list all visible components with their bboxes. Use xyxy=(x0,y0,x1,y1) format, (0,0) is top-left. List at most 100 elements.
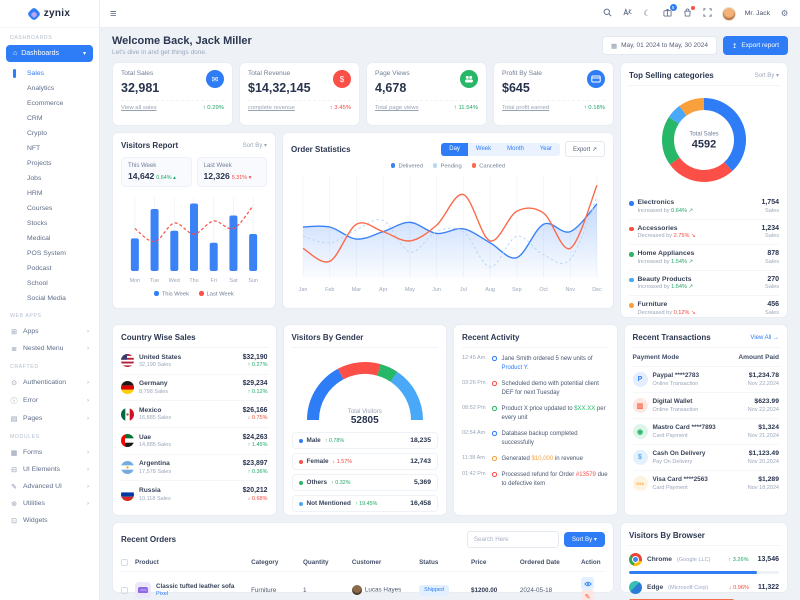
sidebar-item-ecommerce[interactable]: Ecommerce xyxy=(0,96,99,111)
sidebar-item-stocks[interactable]: Stocks xyxy=(0,216,99,231)
svg-text:Mar: Mar xyxy=(352,287,361,293)
visitors-by-gender-card: Visitors By Gender Total Visitors 52805 … xyxy=(283,324,448,516)
hamburger-menu-icon[interactable]: ≡ xyxy=(110,8,116,20)
tab-week[interactable]: Week xyxy=(468,143,499,156)
list-item: AccessoriesDecreased by 2.75% ↘ 1,234Sal… xyxy=(629,219,779,245)
sidebar-item-authentication[interactable]: ⊙Authentication› xyxy=(0,374,99,391)
svg-text:Dec: Dec xyxy=(592,287,602,293)
visitors-bar-chart: MonTueWedThuFriSatSun xyxy=(121,189,267,287)
upload-icon: ↥ xyxy=(732,42,737,50)
sidebar-item-courses[interactable]: Courses xyxy=(0,201,99,216)
visa-icon: VISA xyxy=(633,476,648,491)
sidebar-item-apps[interactable]: ⊞Apps› xyxy=(0,323,99,340)
sidebar-item-crm[interactable]: CRM xyxy=(0,111,99,126)
dollar-icon: $ xyxy=(333,70,351,88)
sidebar-item-hrm[interactable]: HRM xyxy=(0,186,99,201)
sidebar-group-web-apps: WEB APPS xyxy=(10,313,89,319)
select-all-checkbox[interactable] xyxy=(121,559,128,566)
svg-text:Thu: Thu xyxy=(189,278,198,284)
row-checkbox[interactable] xyxy=(121,587,128,594)
search-icon[interactable] xyxy=(602,8,613,19)
legend-last-week[interactable]: Last Week xyxy=(199,291,234,298)
top-selling-sort-by-dropdown[interactable]: Sort By ▾ xyxy=(755,72,779,79)
svg-text:Sat: Sat xyxy=(229,278,238,284)
sidebar-item-utilities[interactable]: ⊚Utilities› xyxy=(0,495,99,512)
sidebar-item-pos-system[interactable]: POS System xyxy=(0,246,99,261)
view-all-sales-link[interactable]: View all sales xyxy=(121,105,157,111)
table-row: Mexico16,885 Sales $26,166↓ 0.75% xyxy=(121,401,268,428)
orders-search-input[interactable] xyxy=(467,531,559,548)
date-range-picker[interactable]: ▦May, 01 2024 to May, 30 2024 xyxy=(602,36,717,55)
user-avatar[interactable] xyxy=(722,7,736,21)
table-row: Uae14,885 Sales $24,263↑ 1.45% xyxy=(121,428,268,455)
delta-badge: ↑ 3.45% xyxy=(330,105,351,111)
export-report-button[interactable]: ↥Export report xyxy=(723,36,788,55)
edit-order-button[interactable]: ✎ xyxy=(581,590,594,600)
view-order-button[interactable] xyxy=(581,577,594,590)
visitors-report-card: Visitors Report Sort By ▾ This Week 14,6… xyxy=(112,132,276,309)
chevron-down-icon: ▾ xyxy=(83,50,86,57)
orders-sort-by-button[interactable]: Sort By ▾ xyxy=(564,532,605,547)
sidebar-item-social-media[interactable]: Social Media xyxy=(0,291,99,306)
sidebar-item-ui-elements[interactable]: ⊟UI Elements› xyxy=(0,461,99,478)
sidebar-item-analytics[interactable]: Analytics xyxy=(0,81,99,96)
visitors-sort-by-dropdown[interactable]: Sort By ▾ xyxy=(243,142,267,149)
gift-icon[interactable]: 5 xyxy=(662,8,673,19)
recent-transactions-card: Recent Transactions View All → Payment M… xyxy=(624,324,789,516)
forms-icon: ▦ xyxy=(10,449,18,457)
shopping-bag-icon[interactable] xyxy=(682,8,693,19)
page-title: Welcome Back, Jack Miller xyxy=(112,35,252,47)
sidebar-item-dashboards[interactable]: ⌂ Dashboards ▾ xyxy=(6,45,93,62)
svg-text:Jul: Jul xyxy=(460,287,467,293)
top-header: ≡ ☾ 5 Mr. Jack ⚙ xyxy=(100,0,800,28)
sidebar-item-nested-menu[interactable]: ≣Nested Menu› xyxy=(0,340,99,357)
top-selling-card: Top Selling categories Sort By ▾ Total S… xyxy=(620,62,788,318)
sidebar-item-school[interactable]: School xyxy=(0,276,99,291)
fullscreen-icon[interactable] xyxy=(702,8,713,19)
view-all-link[interactable]: View All → xyxy=(750,335,779,341)
sidebar-item-widgets[interactable]: ⊡Widgets xyxy=(0,512,99,529)
sidebar-item-projects[interactable]: Projects xyxy=(0,156,99,171)
dark-mode-moon-icon[interactable]: ☾ xyxy=(642,8,653,19)
tab-day[interactable]: Day xyxy=(441,143,468,156)
svg-text:Mon: Mon xyxy=(130,278,141,284)
sidebar-item-error[interactable]: ⓘError› xyxy=(0,391,99,410)
sidebar-item-nft[interactable]: NFT xyxy=(0,141,99,156)
sidebar-item-crypto[interactable]: Crypto xyxy=(0,126,99,141)
translate-icon[interactable] xyxy=(622,8,633,19)
svg-text:Tue: Tue xyxy=(150,278,159,284)
sidebar-item-forms[interactable]: ▦Forms› xyxy=(0,444,99,461)
product-variant-link[interactable]: Pixel xyxy=(156,591,234,597)
chevron-right-icon: › xyxy=(87,450,89,456)
brand-name: zynix xyxy=(44,8,71,19)
total-profit-earned-link[interactable]: Total profit earned xyxy=(502,105,549,111)
table-row: Germany8,798 Sales $29,234↑ 0.12% xyxy=(121,375,268,402)
svg-text:Jun: Jun xyxy=(432,287,441,293)
list-item: Not Mentioned↑ 19.45%16,458 xyxy=(292,495,439,512)
tab-year[interactable]: Year xyxy=(532,143,560,156)
sidebar-item-jobs[interactable]: Jobs xyxy=(0,171,99,186)
complete-revenue-link[interactable]: complete revenue xyxy=(248,105,295,111)
svg-text:Wed: Wed xyxy=(169,278,180,284)
flag-us-icon xyxy=(121,354,134,367)
export-chart-button[interactable]: Export ↗ xyxy=(565,141,605,157)
list-item: 02:54 AmDatabase backup completed succes… xyxy=(462,430,609,448)
stat-card-profit-by-sale: Profit By Sale $645 Total profit earned↑… xyxy=(493,62,614,126)
sidebar-item-advanced-ui[interactable]: ✎Advanced UI› xyxy=(0,478,99,495)
sidebar-item-pages[interactable]: ▤Pages› xyxy=(0,410,99,427)
table-row: Russia10,118 Sales $20,212↓ 0.68% xyxy=(121,481,268,507)
sidebar-item-podcast[interactable]: Podcast xyxy=(0,261,99,276)
brand-logo[interactable]: zynix xyxy=(0,0,99,28)
sidebar-item-sales[interactable]: Sales xyxy=(0,66,99,81)
legend-this-week[interactable]: This Week xyxy=(154,291,189,298)
paypal-icon: P xyxy=(633,372,648,387)
user-name: Mr. Jack xyxy=(745,10,770,17)
sidebar-item-medical[interactable]: Medical xyxy=(0,231,99,246)
total-page-views-link[interactable]: Total page views xyxy=(375,105,419,111)
flag-argentina-icon xyxy=(121,461,134,474)
tab-month[interactable]: Month xyxy=(499,143,532,156)
wallet-card-icon xyxy=(587,70,605,88)
order-statistics-line-chart: JanFebMarAprMayJunJulAugSepOctNovDec xyxy=(291,170,607,298)
gear-icon[interactable]: ⚙ xyxy=(779,8,790,19)
cart-alert-dot xyxy=(691,6,695,10)
